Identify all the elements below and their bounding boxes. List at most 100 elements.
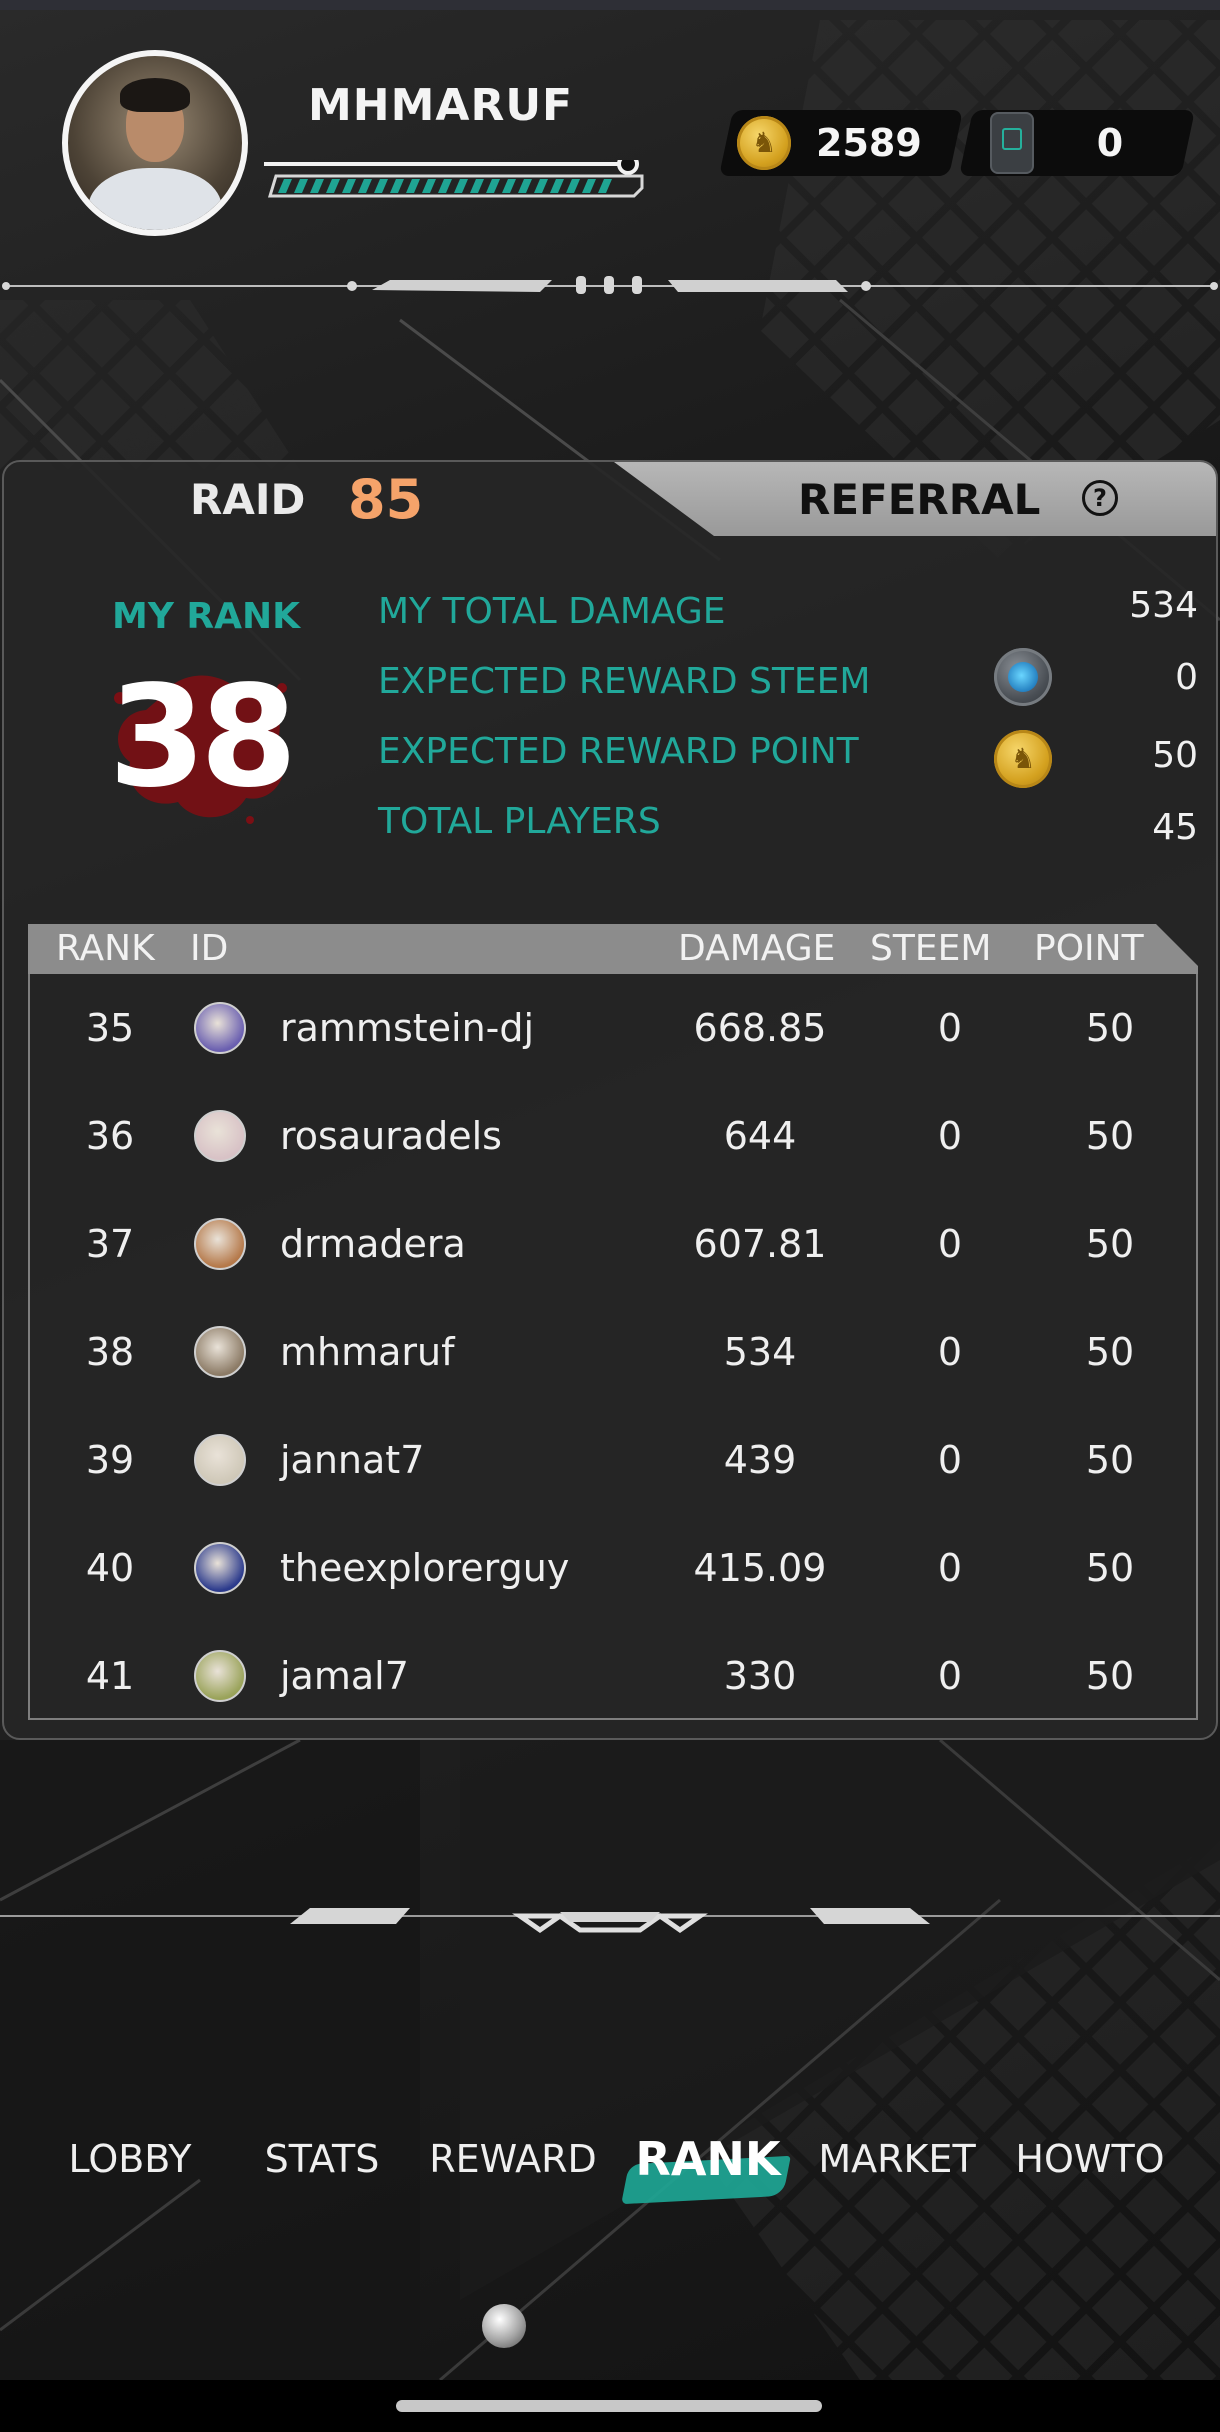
- column-header-steem: STEEM: [870, 928, 992, 969]
- rank-panel: RAID 85 REFERRAL ? MY RANK 38 MY TOTAL D…: [2, 460, 1218, 1740]
- stat-value-reward-point: 50: [1152, 735, 1198, 776]
- xp-fill-stripe: [534, 179, 548, 193]
- player-avatar: [194, 1326, 246, 1378]
- home-gesture-handle[interactable]: [396, 2400, 822, 2412]
- tab-referral[interactable]: REFERRAL ?: [614, 462, 1216, 536]
- column-header-point: POINT: [1034, 928, 1144, 969]
- xp-fill-stripe: [294, 179, 308, 193]
- row-steem: 0: [937, 1006, 963, 1050]
- stat-label-total-damage: MY TOTAL DAMAGE: [378, 591, 726, 632]
- xp-fill-stripe: [358, 179, 372, 193]
- xp-fill-stripe: [598, 179, 612, 193]
- tab-referral-label: REFERRAL: [798, 475, 1041, 524]
- nav-tab-market[interactable]: MARKET: [806, 2124, 988, 2194]
- row-damage: 330: [723, 1654, 797, 1698]
- column-header-id: ID: [190, 928, 229, 969]
- row-point: 50: [1085, 1114, 1135, 1158]
- top-edge: [0, 0, 1220, 10]
- xp-fill-stripe: [422, 179, 436, 193]
- user-avatar[interactable]: [62, 50, 248, 236]
- nav-tab-howto[interactable]: HOWTO: [1000, 2124, 1180, 2194]
- ticket-icon-inner: [1002, 128, 1022, 150]
- player-avatar: [194, 1650, 246, 1702]
- xp-fill-stripe: [470, 179, 484, 193]
- xp-fill-stripe: [486, 179, 500, 193]
- row-damage: 668.85: [693, 1006, 827, 1050]
- xp-fill-stripe: [438, 179, 452, 193]
- xp-fill-stripe: [374, 179, 388, 193]
- row-point: 50: [1085, 1654, 1135, 1698]
- nav-tab-rank[interactable]: RANK: [624, 2124, 792, 2194]
- xp-fill-stripe: [502, 179, 516, 193]
- row-point: 50: [1085, 1006, 1135, 1050]
- tab-raid[interactable]: RAID 85: [4, 462, 654, 536]
- ticket-icon: [990, 112, 1034, 174]
- row-rank: 37: [85, 1222, 135, 1266]
- raid-rank-screen: MHMARUF ♞ 2589 0 RAID 85 REFERRAL ? MY R…: [0, 0, 1220, 2432]
- nav-tab-reward[interactable]: REWARD: [420, 2124, 606, 2194]
- table-row[interactable]: 41 jamal7 330 0 50: [30, 1622, 1196, 1730]
- row-steem: 0: [937, 1654, 963, 1698]
- table-row[interactable]: 40 theexplorerguy 415.09 0 50: [30, 1514, 1196, 1622]
- avatar-body-shape: [88, 168, 222, 230]
- xp-fill-stripe: [278, 179, 292, 193]
- row-steem: 0: [937, 1330, 963, 1374]
- stat-label-reward-steem: EXPECTED REWARD STEEM: [378, 661, 871, 702]
- xp-fill-stripe: [566, 179, 580, 193]
- footer-divider: [0, 1908, 1220, 1934]
- row-point: 50: [1085, 1330, 1135, 1374]
- my-rank-value: 38: [108, 656, 298, 819]
- point-coin-icon: ♞: [994, 730, 1052, 788]
- nav-tab-stats[interactable]: STATS: [244, 2124, 400, 2194]
- ticket-count: 0: [1096, 121, 1124, 165]
- row-rank: 39: [85, 1438, 135, 1482]
- table-header: RANK ID DAMAGE STEEM POINT: [28, 924, 1198, 974]
- tab-raid-label: RAID: [190, 475, 306, 524]
- player-avatar: [194, 1110, 246, 1162]
- xp-fill-stripe: [326, 179, 340, 193]
- row-damage: 534: [723, 1330, 797, 1374]
- bottom-nav: LOBBY STATS REWARD RANK MARKET HOWTO: [0, 2124, 1220, 2194]
- rank-table: 35 rammstein-dj 668.85 0 50 36 rosaurade…: [28, 974, 1198, 1720]
- xp-fill-stripe: [582, 179, 596, 193]
- table-row[interactable]: 36 rosauradels 644 0 50: [30, 1082, 1196, 1190]
- row-steem: 0: [937, 1222, 963, 1266]
- player-avatar: [194, 1434, 246, 1486]
- raid-count: 85: [348, 468, 424, 531]
- row-rank: 36: [85, 1114, 135, 1158]
- xp-progress-bar: [264, 160, 644, 198]
- row-damage: 415.09: [693, 1546, 827, 1590]
- help-icon[interactable]: ?: [1082, 480, 1118, 516]
- my-rank-label: MY RANK: [112, 596, 301, 637]
- column-header-rank: RANK: [56, 928, 155, 969]
- table-row[interactable]: 39 jannat7 439 0 50: [30, 1406, 1196, 1514]
- username: MHMARUF: [308, 80, 574, 131]
- table-row[interactable]: 35 rammstein-dj 668.85 0 50: [30, 974, 1196, 1082]
- stat-label-reward-point: EXPECTED REWARD POINT: [378, 731, 859, 772]
- avatar-hair-shape: [120, 78, 190, 112]
- floating-orb-button[interactable]: [482, 2304, 526, 2348]
- player-avatar: [194, 1002, 246, 1054]
- row-rank: 35: [85, 1006, 135, 1050]
- table-row[interactable]: 37 drmadera 607.81 0 50: [30, 1190, 1196, 1298]
- column-header-damage: DAMAGE: [678, 928, 836, 969]
- row-point: 50: [1085, 1222, 1135, 1266]
- row-id: rosauradels: [280, 1114, 502, 1158]
- row-steem: 0: [937, 1546, 963, 1590]
- xp-fill-stripe: [406, 179, 420, 193]
- row-rank: 40: [85, 1546, 135, 1590]
- row-id: drmadera: [280, 1222, 466, 1266]
- table-row[interactable]: 38 mhmaruf 534 0 50: [30, 1298, 1196, 1406]
- stat-value-reward-steem: 0: [1175, 657, 1198, 698]
- row-steem: 0: [937, 1114, 963, 1158]
- row-id: jannat7: [280, 1438, 425, 1482]
- row-point: 50: [1085, 1438, 1135, 1482]
- row-id: jamal7: [280, 1654, 409, 1698]
- nav-tab-lobby[interactable]: LOBBY: [50, 2124, 210, 2194]
- row-steem: 0: [937, 1438, 963, 1482]
- row-point: 50: [1085, 1546, 1135, 1590]
- gold-coin-icon: ♞: [737, 116, 791, 170]
- row-damage: 607.81: [693, 1222, 827, 1266]
- row-rank: 41: [85, 1654, 135, 1698]
- row-id: theexplorerguy: [280, 1546, 570, 1590]
